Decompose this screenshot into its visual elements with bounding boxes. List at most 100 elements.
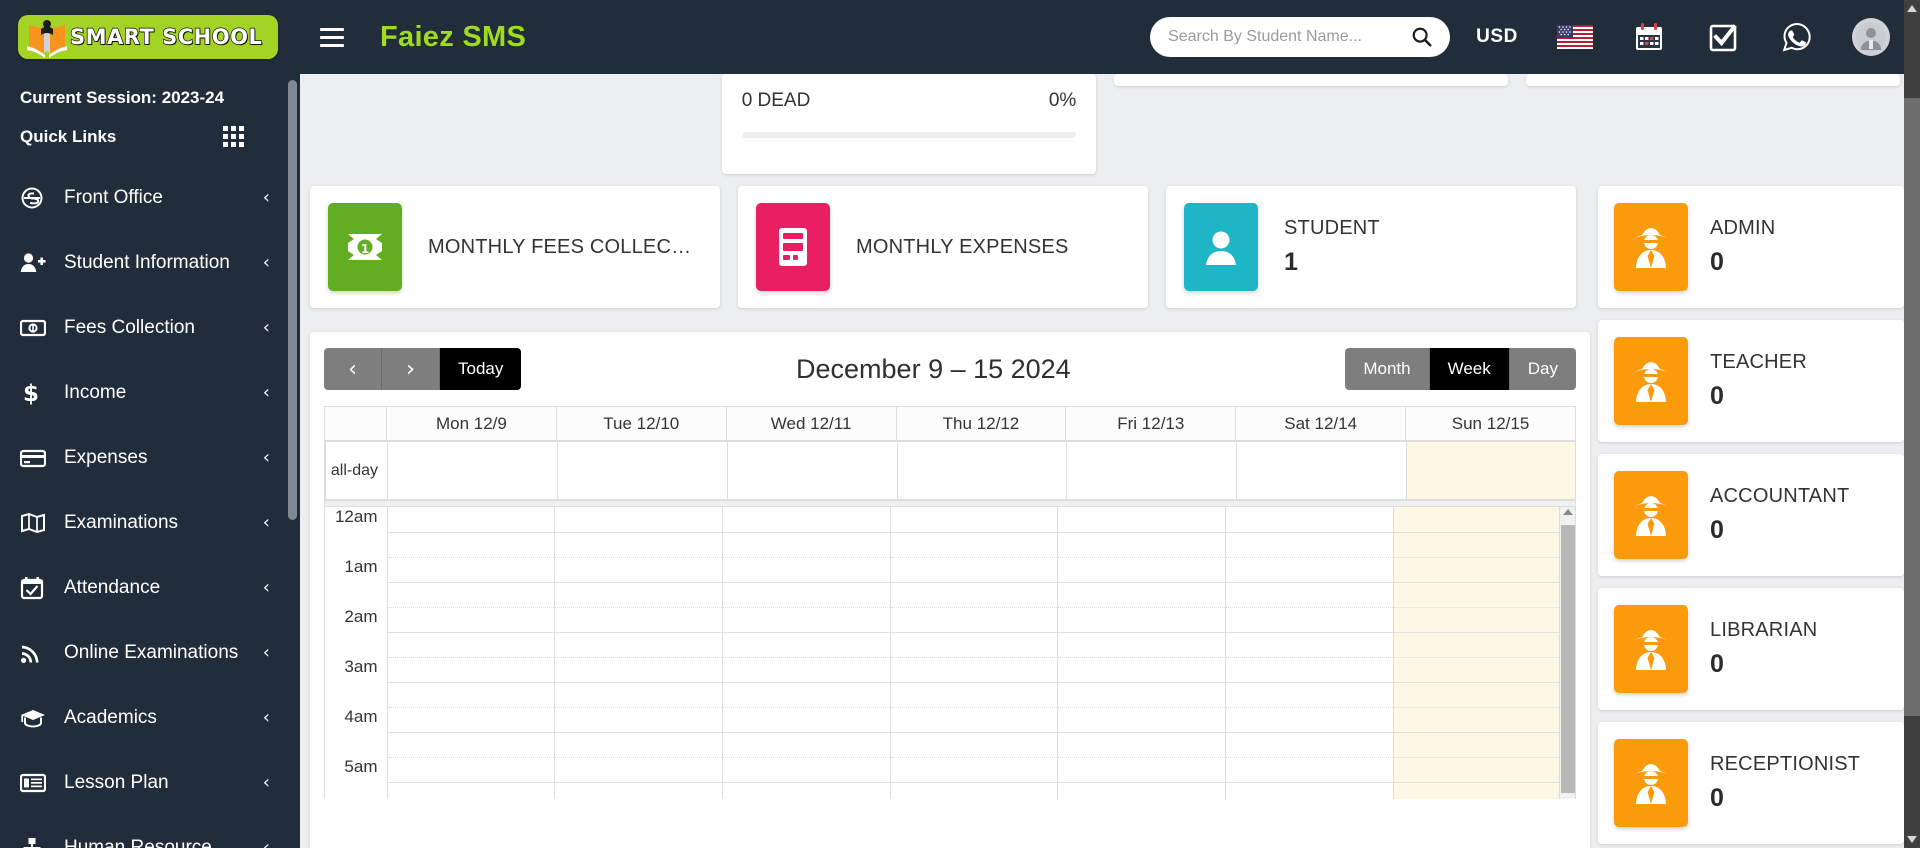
calendar-slot-cell[interactable] [721, 532, 891, 558]
sidebar-item-attendance[interactable]: Attendance ‹ [0, 555, 300, 620]
sidebar-item-student-information[interactable]: Student Information ‹ [0, 230, 300, 295]
calendar-allday-cell-highlight[interactable] [1406, 441, 1575, 500]
avatar[interactable] [1850, 16, 1892, 58]
page-scrollbar-thumb[interactable] [1904, 98, 1920, 716]
calendar-allday-cell[interactable] [387, 441, 558, 500]
calendar-slot-cell-highlight[interactable] [1392, 532, 1561, 558]
calendar-day-header[interactable]: Tue 12/10 [555, 406, 727, 441]
calendar-slot-cell-highlight[interactable] [1392, 707, 1561, 733]
calendar-slot-cell[interactable] [386, 707, 555, 733]
calendar-slot-cell[interactable] [1057, 532, 1226, 558]
calendar-slot-cell[interactable] [721, 682, 891, 708]
calendar-slot-cell[interactable] [386, 532, 555, 558]
calendar-view-month-button[interactable]: Month [1345, 348, 1430, 390]
sidebar-item-lesson-plan[interactable]: Lesson Plan ‹ [0, 750, 300, 815]
calendar-scrollbar[interactable] [1559, 507, 1575, 799]
calendar-slot-cell[interactable] [721, 757, 891, 783]
sidebar-item-academics[interactable]: Academics ‹ [0, 685, 300, 750]
role-card-accountant[interactable]: ACCOUNTANT 0 [1598, 454, 1904, 576]
calendar-allday-cell[interactable] [726, 441, 898, 500]
sidebar-item-expenses[interactable]: Expenses ‹ [0, 425, 300, 490]
calendar-slot-cell[interactable] [386, 732, 555, 758]
calendar-slot-cell[interactable] [386, 582, 555, 608]
us-flag-icon[interactable] [1554, 16, 1596, 58]
calendar-slot-cell[interactable] [1225, 757, 1394, 783]
calendar-slot-cell[interactable] [721, 607, 891, 633]
calendar-slot-cell[interactable] [1225, 507, 1394, 533]
calendar-slot-cell-highlight[interactable] [1392, 782, 1561, 799]
stat-card-monthly-expenses[interactable]: MONTHLY EXPENSES [738, 186, 1148, 308]
calendar-slot-cell[interactable] [554, 782, 723, 799]
calendar-slot-cell[interactable] [889, 632, 1058, 658]
stat-card-monthly-fees-collection[interactable]: 1 MONTHLY FEES COLLEC… [310, 186, 720, 308]
calendar-slot-cell[interactable] [721, 782, 891, 799]
calendar-slot-cell[interactable] [386, 757, 555, 783]
calendar-slot-cell[interactable] [554, 657, 723, 683]
whatsapp-icon[interactable] [1776, 16, 1818, 58]
calendar-slot-cell[interactable] [1057, 782, 1226, 799]
page-scrollbar[interactable] [1904, 0, 1920, 848]
calendar-day-header[interactable]: Thu 12/12 [895, 406, 1067, 441]
sidebar-item-front-office[interactable]: Front Office ‹ [0, 165, 300, 230]
calendar-slot-cell[interactable] [554, 557, 723, 583]
calendar-slot-cell[interactable] [554, 532, 723, 558]
sidebar-item-income[interactable]: $ Income ‹ [0, 360, 300, 425]
calendar-allday-cell[interactable] [1236, 441, 1408, 500]
calendar-slot-cell-highlight[interactable] [1392, 657, 1561, 683]
calendar-slot-cell[interactable] [1057, 632, 1226, 658]
sidebar-item-online-examinations[interactable]: Online Examinations ‹ [0, 620, 300, 685]
quick-links-button[interactable]: Quick Links [20, 126, 280, 147]
calendar-slot-cell[interactable] [1057, 582, 1226, 608]
calendar-slot-cell[interactable] [889, 757, 1058, 783]
sidebar-item-examinations[interactable]: Examinations ‹ [0, 490, 300, 555]
calendar-slot-cell-highlight[interactable] [1392, 582, 1561, 608]
calendar-slot-cell[interactable] [721, 507, 891, 533]
calendar-slot-cell[interactable] [889, 607, 1058, 633]
calendar-slot-cell[interactable] [554, 757, 723, 783]
calendar-slot-cell[interactable] [1225, 607, 1394, 633]
calendar-slot-cell[interactable] [889, 732, 1058, 758]
calendar-slot-cell[interactable] [1057, 507, 1226, 533]
calendar-slot-cell[interactable] [1225, 657, 1394, 683]
calendar-time-slots-scroll[interactable]: 12am 1am 2am 3am 4am 5am [325, 507, 1575, 799]
calendar-scrollbar-thumb[interactable] [1561, 525, 1575, 793]
calendar-slot-cell[interactable] [554, 607, 723, 633]
calendar-today-button[interactable]: Today [440, 348, 522, 390]
sidebar-item-fees-collection[interactable]: Fees Collection ‹ [0, 295, 300, 360]
calendar-slot-cell[interactable] [889, 707, 1058, 733]
calendar-day-header[interactable]: Wed 12/11 [725, 406, 897, 441]
calendar-allday-cell[interactable] [556, 441, 728, 500]
chevron-up-icon[interactable] [1563, 509, 1573, 515]
calendar-allday-cell[interactable] [1066, 441, 1238, 500]
calendar-view-week-button[interactable]: Week [1429, 348, 1510, 390]
calendar-slot-cell[interactable] [1225, 732, 1394, 758]
calendar-slot-cell[interactable] [386, 632, 555, 658]
calendar-slot-cell[interactable] [1057, 682, 1226, 708]
currency-selector[interactable]: USD [1476, 26, 1518, 48]
calendar-allday-cell[interactable] [896, 441, 1068, 500]
role-card-receptionist[interactable]: RECEPTIONIST 0 [1598, 722, 1904, 844]
calendar-slot-cell[interactable] [889, 532, 1058, 558]
calendar-day-header[interactable]: Sat 12/14 [1235, 406, 1407, 441]
calendar-slot-cell[interactable] [554, 682, 723, 708]
calendar-slot-cell[interactable] [721, 707, 891, 733]
calendar-slot-cell[interactable] [721, 732, 891, 758]
calendar-slot-cell[interactable] [721, 582, 891, 608]
calendar-next-button[interactable]: › [382, 348, 440, 390]
checkbox-icon[interactable] [1702, 16, 1744, 58]
calendar-day-header[interactable]: Mon 12/9 [386, 406, 557, 441]
calendar-slot-cell[interactable] [889, 782, 1058, 799]
scroll-down-arrow-icon[interactable] [1907, 836, 1917, 843]
calendar-slot-cell[interactable] [554, 632, 723, 658]
calendar-slot-cell[interactable] [554, 732, 723, 758]
calendar-slot-cell[interactable] [1057, 557, 1226, 583]
calendar-slot-cell[interactable] [721, 557, 891, 583]
calendar-slot-cell-highlight[interactable] [1392, 682, 1561, 708]
calendar-slot-cell[interactable] [1225, 582, 1394, 608]
calendar-slot-cell[interactable] [1225, 682, 1394, 708]
calendar-slot-cell[interactable] [386, 607, 555, 633]
calendar-slot-cell[interactable] [1057, 707, 1226, 733]
calendar-slot-cell-highlight[interactable] [1392, 632, 1561, 658]
calendar-slot-cell[interactable] [721, 632, 891, 658]
stat-card-student[interactable]: STUDENT 1 [1166, 186, 1576, 308]
